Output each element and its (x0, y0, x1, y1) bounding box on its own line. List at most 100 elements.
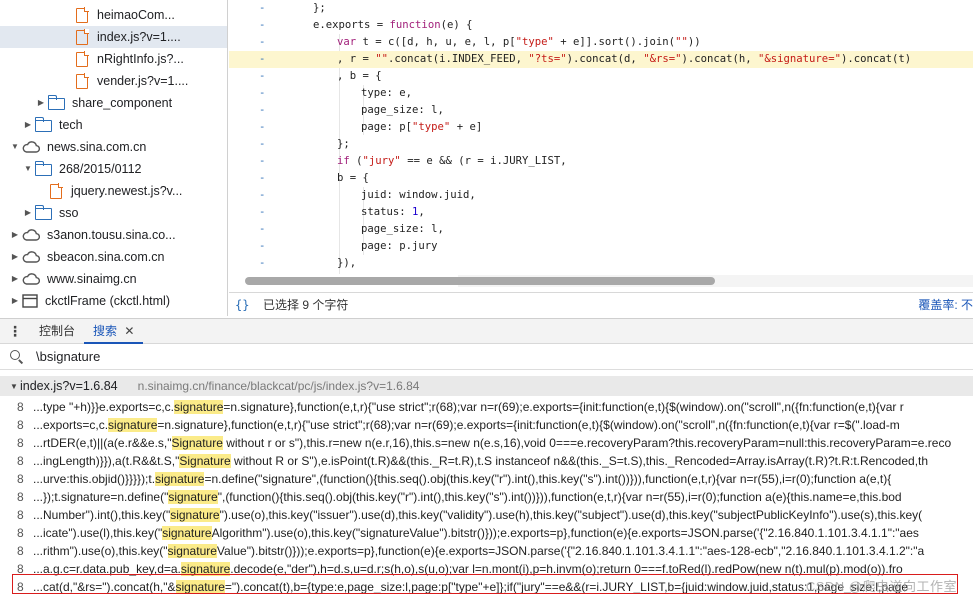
folder-icon (47, 95, 65, 110)
tree-item[interactable]: ▶ sso (0, 202, 227, 224)
sources-panel: ▶heimaoCom...▶index.js?v=1....▶nRightInf… (0, 0, 973, 316)
drawer-tab-bar: ⋮ 控制台 搜索 ✕ (0, 318, 973, 344)
code-line[interactable]: -}; (229, 136, 973, 153)
chevron-right-icon[interactable]: ▶ (8, 268, 22, 290)
search-result-row[interactable]: 8 ...urve:this.objid()}}}});t.signature=n… (0, 470, 973, 488)
tab-search-label: 搜索 (93, 324, 118, 338)
horizontal-scrollbar-thumb[interactable] (245, 277, 715, 285)
code-text: if ("jury" == e && (r = i.JURY_LIST, (337, 155, 567, 167)
code-text: status: 1, (361, 206, 425, 218)
search-input[interactable] (36, 349, 436, 364)
coverage-marker: - (259, 155, 266, 167)
tree-item-label: heimaoCom... (97, 8, 175, 22)
tree-item-label: tech (59, 118, 83, 132)
tree-item-label: 268/2015/0112 (59, 162, 142, 176)
tree-item[interactable]: ▶heimaoCom... (0, 4, 227, 26)
drawer-menu-icon[interactable]: ⋮ (0, 319, 30, 343)
code-line[interactable]: - if ("jury" == e && (r = i.JURY_LIST, (229, 153, 973, 170)
chevron-right-icon[interactable]: ▶ (21, 202, 35, 224)
tree-item[interactable]: ▶index.js?v=1.... (0, 26, 227, 48)
coverage-marker: - (259, 53, 266, 65)
tab-console[interactable]: 控制台 (30, 319, 84, 343)
tree-item-label: s3anon.tousu.sina.co... (47, 228, 176, 242)
code-line[interactable]: - , r = "".concat(i.INDEX_FEED, "?ts=").c… (229, 51, 973, 68)
tree-item-label: share_component (72, 96, 173, 110)
search-bar (0, 344, 973, 370)
coverage-status[interactable]: 覆盖率: 不 (918, 296, 973, 313)
tree-item[interactable]: ▶ www.sinaimg.cn (0, 268, 227, 290)
code-line[interactable]: - , b = { (229, 68, 973, 85)
coverage-marker: - (259, 240, 266, 252)
selection-status: 已选择 9 个字符 (263, 298, 349, 312)
chevron-down-icon[interactable]: ▼ (21, 158, 35, 180)
code-line[interactable]: - page_size: l, (229, 221, 973, 238)
result-snippet: ...cat(d,"&rs=").concat(h,"&signature=")… (33, 580, 909, 594)
code-line[interactable]: - juid: window.juid, (229, 187, 973, 204)
code-line[interactable]: -}; (229, 0, 973, 17)
result-line-number: 8 (17, 418, 24, 432)
result-snippet: ...rtDER(e,t)||(a(e.r&&e.s,"Signature wi… (33, 436, 952, 450)
search-result-row[interactable]: 8 ...Number").int(),this.key("signature")… (0, 506, 973, 524)
code-text: type: e, (361, 87, 413, 99)
code-line[interactable]: - type: e, (229, 85, 973, 102)
tree-item[interactable]: ▶ ckctlFrame (ckctl.html) (0, 290, 227, 312)
tree-item[interactable]: ▶vender.js?v=1.... (0, 70, 227, 92)
chevron-right-icon[interactable]: ▶ (8, 290, 22, 312)
code-line[interactable]: - e.exports = function(e) { (229, 17, 973, 34)
tree-item[interactable]: ▼ news.sina.com.cn (0, 136, 227, 158)
file-icon (76, 50, 89, 67)
search-result-row[interactable]: 8 ...icate").use(l),this.key("signatureAl… (0, 524, 973, 542)
search-result-row[interactable]: 8 ...rithm").use(o),this.key("signatureVa… (0, 542, 973, 560)
tree-item[interactable]: ▶ tech (0, 114, 227, 136)
code-line[interactable]: - page: p["type" + e] (229, 119, 973, 136)
pretty-print-icon[interactable]: {} (235, 298, 255, 312)
tree-item[interactable]: ▶ s3anon.tousu.sina.co... (0, 224, 227, 246)
search-result-row[interactable]: 8 ...type "+h)}}e.exports=c,c.signature=n… (0, 398, 973, 416)
code-text: , b = { (337, 70, 382, 82)
code-line[interactable]: - page: p.jury (229, 238, 973, 255)
chevron-right-icon[interactable]: ▶ (8, 246, 22, 268)
code-line[interactable]: -}), (229, 255, 973, 272)
result-file-name: index.js?v=1.6.84 (20, 379, 118, 393)
chevron-right-icon[interactable]: ▶ (21, 114, 35, 136)
chevron-down-icon[interactable]: ▼ (8, 136, 22, 158)
result-file-header[interactable]: ▼ index.js?v=1.6.84 n.sinaimg.cn/finance… (0, 376, 973, 396)
search-result-row[interactable]: 8 ...exports=c,c.signature=n.signature},f… (0, 416, 973, 434)
result-line-number: 8 (17, 490, 24, 504)
folder-icon (34, 161, 52, 176)
chevron-down-icon[interactable]: ▼ (10, 382, 20, 391)
result-line-number: 8 (17, 544, 24, 558)
coverage-marker: - (259, 257, 266, 269)
code-line[interactable]: - var t = c([d, h, u, e, l, p["type" + e]… (229, 34, 973, 51)
chevron-right-icon[interactable]: ▶ (8, 224, 22, 246)
chevron-right-icon[interactable]: ▶ (34, 92, 48, 114)
coverage-marker: - (259, 223, 266, 235)
tree-item[interactable]: ▶ share_component (0, 92, 227, 114)
folder-icon (34, 117, 52, 132)
code-line[interactable]: - b = { (229, 170, 973, 187)
tree-item-label: sbeacon.sina.com.cn (47, 250, 165, 264)
search-result-row[interactable]: 8 ...rtDER(e,t)||(a(e.r&&e.s,"Signature w… (0, 434, 973, 452)
tree-item[interactable]: ▶nRightInfo.js?... (0, 48, 227, 70)
code-line[interactable]: - status: 1, (229, 204, 973, 221)
result-snippet: ...type "+h)}}e.exports=c,c.signature=n.… (33, 400, 904, 414)
search-result-row[interactable]: 8 ...});t.signature=n.define("signature",… (0, 488, 973, 506)
tab-search[interactable]: 搜索 ✕ (84, 319, 144, 344)
file-icon (76, 6, 89, 23)
frame-icon (22, 294, 38, 308)
tree-item[interactable]: ▶ sbeacon.sina.com.cn (0, 246, 227, 268)
coverage-marker: - (259, 189, 266, 201)
result-line-number: 8 (17, 562, 24, 576)
cloud-icon (22, 229, 40, 241)
cloud-icon (22, 251, 40, 263)
code-line[interactable]: - page_size: l, (229, 102, 973, 119)
code-editor[interactable]: -}; - e.exports = function(e) {- var t = c(… (229, 0, 973, 292)
file-icon (76, 28, 89, 45)
coverage-marker: - (259, 121, 266, 133)
search-result-row[interactable]: 8 ...ingLength)}}),a(t.R&&t.S,"Signature … (0, 452, 973, 470)
tree-item[interactable]: ▶jquery.newest.js?v... (0, 180, 227, 202)
close-icon[interactable]: ✕ (124, 324, 134, 338)
coverage-marker: - (259, 104, 266, 116)
tree-item[interactable]: ▼ 268/2015/0112 (0, 158, 227, 180)
result-snippet: ...Number").int(),this.key("signature").… (33, 508, 923, 522)
